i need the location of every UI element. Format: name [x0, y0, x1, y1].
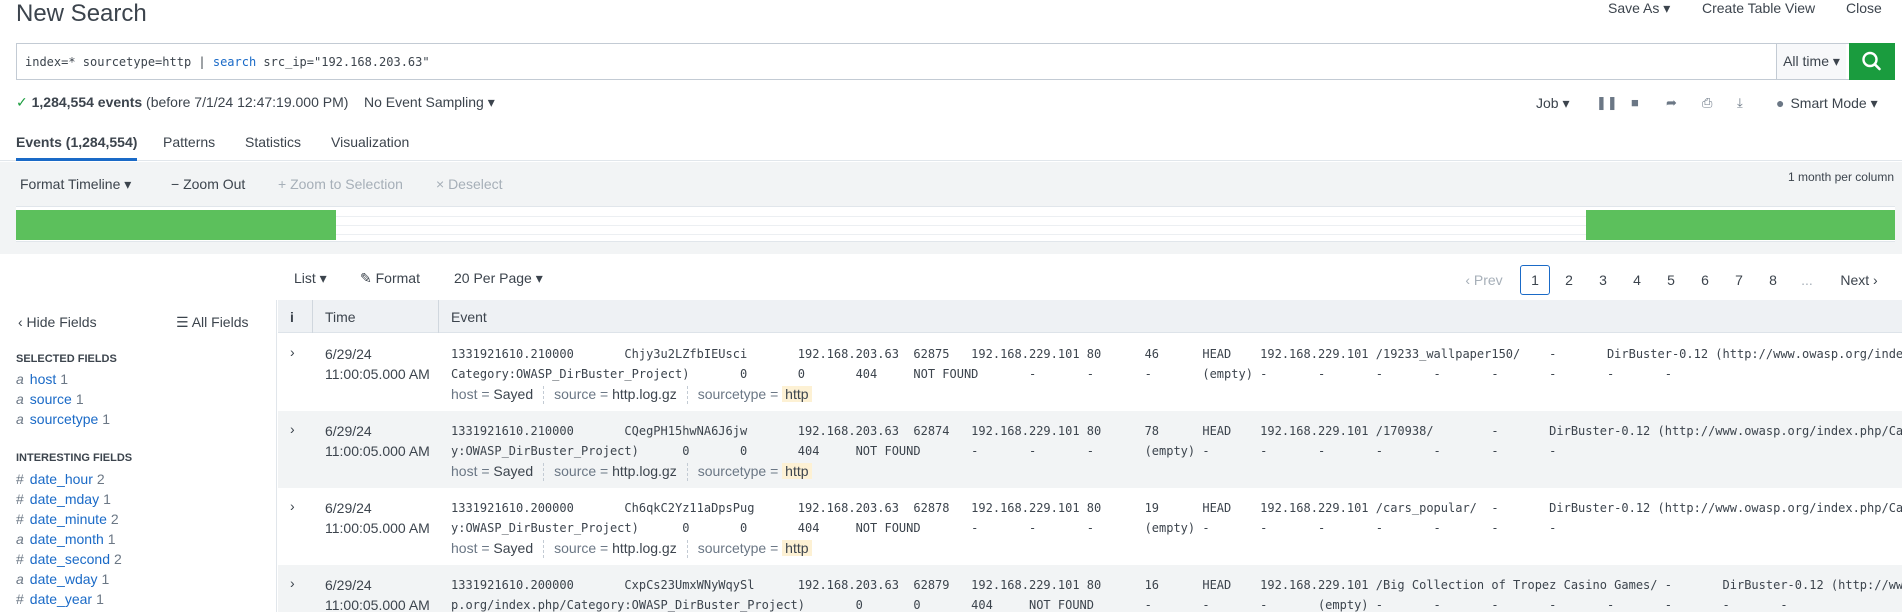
event-metadata: host = Sayed source = http.log.gz sourcety…: [451, 463, 812, 482]
field-date-hour[interactable]: # date_hour 2: [16, 471, 105, 487]
format-timeline-menu[interactable]: Format Timeline ▾: [20, 176, 131, 193]
page-title: New Search: [16, 0, 147, 27]
info-column-header: i: [290, 309, 294, 325]
pager-page[interactable]: 7: [1724, 265, 1754, 295]
tab-visualization[interactable]: Visualization: [331, 134, 409, 150]
table-header: i Time Event: [278, 300, 1902, 333]
time-column-header[interactable]: Time: [325, 309, 356, 325]
pager-page[interactable]: 2: [1554, 265, 1584, 295]
source-value[interactable]: http.log.gz: [612, 386, 677, 402]
lightbulb-icon: ●: [1776, 95, 1785, 111]
field-sourcetype[interactable]: a sourcetype 1: [16, 411, 110, 427]
field-date-second[interactable]: # date_second 2: [16, 551, 122, 567]
hide-fields-button[interactable]: ‹ Hide Fields: [18, 314, 97, 330]
pager-page[interactable]: 4: [1622, 265, 1652, 295]
timeline-bar[interactable]: [16, 210, 336, 240]
tab-events[interactable]: Events (1,284,554): [16, 134, 138, 161]
search-bar[interactable]: index=* sourcetype=http | search src_ip=…: [16, 43, 1895, 80]
table-row: › 6/29/24 11:00:05.000 AM 1331921610.2000…: [278, 565, 1902, 612]
timeline-scale-label: 1 month per column: [1787, 170, 1894, 184]
event-metadata: host = Sayed source = http.log.gz sourcety…: [451, 386, 812, 405]
check-icon: ✓: [16, 94, 28, 110]
save-as-menu[interactable]: Save As ▾: [1608, 0, 1670, 17]
pager-page[interactable]: 5: [1656, 265, 1686, 295]
host-value[interactable]: Sayed: [493, 540, 533, 556]
timeline-chart[interactable]: [16, 206, 1895, 242]
pencil-icon: ✎: [360, 270, 372, 286]
pager-page[interactable]: 1: [1520, 265, 1550, 295]
share-icon[interactable]: ➦: [1666, 95, 1677, 111]
sourcetype-value[interactable]: http: [782, 540, 812, 556]
pager-prev[interactable]: ‹ Prev: [1460, 265, 1508, 295]
print-icon[interactable]: ⎙: [1702, 95, 1712, 111]
per-page-menu[interactable]: 20 Per Page ▾: [454, 270, 543, 287]
expand-chevron-icon[interactable]: ›: [290, 575, 295, 591]
pause-icon[interactable]: ❚❚: [1596, 95, 1618, 111]
job-menu[interactable]: Job ▾: [1536, 95, 1570, 112]
list-view-menu[interactable]: List ▾: [294, 270, 327, 287]
list-icon: ☰: [176, 314, 189, 330]
event-raw-text: 1331921610.210000 CQegPH15hwNA6J6jw 192.…: [451, 424, 1902, 458]
all-fields-button[interactable]: ☰ All Fields: [176, 314, 248, 331]
pager-ellipsis: ...: [1801, 272, 1813, 288]
format-button[interactable]: ✎ Format: [360, 270, 420, 287]
event-time: 6/29/24 11:00:05.000 AM: [325, 577, 430, 612]
expand-chevron-icon[interactable]: ›: [290, 498, 295, 514]
field-date-minute[interactable]: # date_minute 2: [16, 511, 119, 527]
field-date-year[interactable]: # date_year 1: [16, 591, 104, 607]
events-table: i Time Event › 6/29/24 11:00:05.000 AM 13…: [278, 300, 1902, 612]
zoom-out-button[interactable]: − Zoom Out: [171, 176, 245, 192]
expand-chevron-icon[interactable]: ›: [290, 421, 295, 437]
pager-next[interactable]: Next ›: [1834, 265, 1884, 295]
search-input[interactable]: index=* sourcetype=http | search src_ip=…: [25, 55, 430, 69]
pager-page[interactable]: 8: [1758, 265, 1788, 295]
search-button[interactable]: [1849, 43, 1895, 80]
search-mode-menu[interactable]: ● Smart Mode ▾: [1776, 95, 1878, 112]
fields-sidebar: ‹ Hide Fields ☰ All Fields SELECTED FIEL…: [0, 300, 277, 612]
stop-icon[interactable]: ■: [1631, 95, 1639, 110]
tab-statistics[interactable]: Statistics: [245, 134, 301, 150]
field-date-mday[interactable]: # date_mday 1: [16, 491, 111, 507]
pager-page[interactable]: 3: [1588, 265, 1618, 295]
results-tabs: Events (1,284,554) Patterns Statistics V…: [0, 124, 1902, 161]
event-count-status: ✓ 1,284,554 events (before 7/1/24 12:47:…: [16, 94, 349, 110]
field-source[interactable]: a source 1: [16, 391, 84, 407]
event-time: 6/29/24 11:00:05.000 AM: [325, 500, 430, 536]
timeline-panel: Format Timeline ▾ − Zoom Out + Zoom to S…: [0, 162, 1902, 254]
sourcetype-value[interactable]: http: [782, 386, 812, 402]
event-raw-text: 1331921610.200000 CxpCs23UmxWNyWqySl 192…: [451, 578, 1902, 612]
field-date-month[interactable]: a date_month 1: [16, 531, 116, 547]
event-raw-text: 1331921610.200000 Ch6qkC2Yz11aDpsPug 192…: [451, 501, 1902, 535]
deselect-button[interactable]: × Deselect: [436, 176, 503, 192]
close-button[interactable]: Close: [1846, 0, 1882, 16]
tab-patterns[interactable]: Patterns: [163, 134, 215, 150]
timeline-bar[interactable]: [1586, 210, 1895, 240]
sourcetype-value[interactable]: http: [782, 463, 812, 479]
event-time: 6/29/24 11:00:05.000 AM: [325, 346, 430, 382]
event-sampling-dropdown[interactable]: No Event Sampling ▾: [364, 94, 495, 111]
host-value[interactable]: Sayed: [493, 463, 533, 479]
time-range-picker[interactable]: All time ▾: [1776, 44, 1846, 79]
pager-page[interactable]: 6: [1690, 265, 1720, 295]
expand-chevron-icon[interactable]: ›: [290, 344, 295, 360]
event-time: 6/29/24 11:00:05.000 AM: [325, 423, 430, 459]
table-row: › 6/29/24 11:00:05.000 AM 1331921610.2100…: [278, 411, 1902, 488]
event-metadata: host = Sayed source = http.log.gz sourcety…: [451, 540, 812, 559]
source-value[interactable]: http.log.gz: [612, 463, 677, 479]
event-column-header: Event: [451, 309, 487, 325]
export-icon[interactable]: ⤓: [1737, 95, 1743, 111]
table-row: › 6/29/24 11:00:05.000 AM 1331921610.2100…: [278, 334, 1902, 411]
field-host[interactable]: a host 1: [16, 371, 68, 387]
source-value[interactable]: http.log.gz: [612, 540, 677, 556]
search-icon: [1862, 51, 1881, 71]
selected-fields-heading: SELECTED FIELDS: [16, 353, 117, 365]
interesting-fields-heading: INTERESTING FIELDS: [16, 452, 133, 464]
create-table-view-button[interactable]: Create Table View: [1702, 0, 1815, 16]
table-row: › 6/29/24 11:00:05.000 AM 1331921610.2000…: [278, 488, 1902, 565]
host-value[interactable]: Sayed: [493, 386, 533, 402]
event-raw-text: 1331921610.210000 Chjy3u2LZfbIEUsci 192.…: [451, 347, 1902, 381]
zoom-to-selection-button[interactable]: + Zoom to Selection: [278, 176, 403, 192]
field-date-wday[interactable]: a date_wday 1: [16, 571, 109, 587]
